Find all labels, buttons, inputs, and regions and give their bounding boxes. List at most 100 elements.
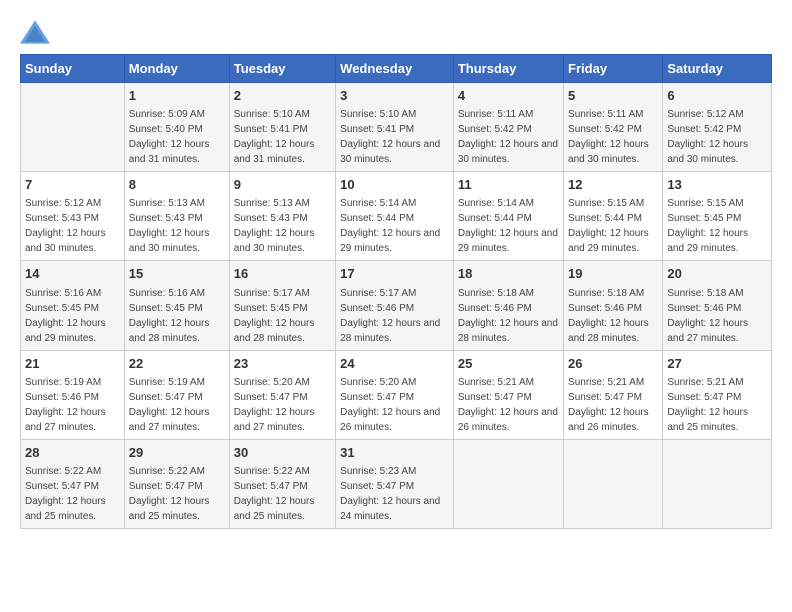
col-thursday: Thursday (453, 55, 563, 83)
calendar-cell: 12 Sunrise: 5:15 AMSunset: 5:44 PMDayligh… (564, 172, 663, 261)
calendar-cell (663, 439, 772, 528)
cell-detail: Sunrise: 5:17 AMSunset: 5:46 PMDaylight:… (340, 286, 449, 346)
cell-detail: Sunrise: 5:15 AMSunset: 5:44 PMDaylight:… (568, 196, 658, 256)
calendar-cell: 10 Sunrise: 5:14 AMSunset: 5:44 PMDayligh… (336, 172, 454, 261)
cell-detail: Sunrise: 5:18 AMSunset: 5:46 PMDaylight:… (568, 286, 658, 346)
day-number: 3 (340, 87, 449, 105)
cell-detail: Sunrise: 5:22 AMSunset: 5:47 PMDaylight:… (129, 464, 225, 524)
day-number: 22 (129, 355, 225, 373)
calendar-row: 28Sunrise: 5:22 AMSunset: 5:47 PMDayligh… (21, 439, 772, 528)
col-wednesday: Wednesday (336, 55, 454, 83)
day-number: 25 (458, 355, 559, 373)
calendar-cell: 23 Sunrise: 5:20 AMSunset: 5:47 PMDayligh… (229, 350, 335, 439)
calendar-cell (564, 439, 663, 528)
day-number: 20 (667, 265, 767, 283)
day-number: 24 (340, 355, 449, 373)
calendar-cell: 22 Sunrise: 5:19 AMSunset: 5:47 PMDayligh… (124, 350, 229, 439)
col-saturday: Saturday (663, 55, 772, 83)
day-number: 10 (340, 176, 449, 194)
calendar-cell: 8 Sunrise: 5:13 AMSunset: 5:43 PMDaylight… (124, 172, 229, 261)
cell-detail: Sunrise: 5:12 AMSunset: 5:42 PMDaylight:… (667, 107, 767, 167)
day-number: 26 (568, 355, 658, 373)
cell-detail: Sunrise: 5:21 AMSunset: 5:47 PMDaylight:… (667, 375, 767, 435)
cell-detail: Sunrise: 5:09 AMSunset: 5:40 PMDaylight:… (129, 107, 225, 167)
cell-detail: Sunrise: 5:19 AMSunset: 5:46 PMDaylight:… (25, 375, 120, 435)
cell-detail: Sunrise: 5:18 AMSunset: 5:46 PMDaylight:… (667, 286, 767, 346)
calendar-cell: 18 Sunrise: 5:18 AMSunset: 5:46 PMDayligh… (453, 261, 563, 350)
calendar-cell: 7 Sunrise: 5:12 AMSunset: 5:43 PMDaylight… (21, 172, 125, 261)
cell-detail: Sunrise: 5:23 AMSunset: 5:47 PMDaylight:… (340, 464, 449, 524)
calendar-cell: 15 Sunrise: 5:16 AMSunset: 5:45 PMDayligh… (124, 261, 229, 350)
calendar-cell: 2Sunrise: 5:10 AMSunset: 5:41 PMDaylight… (229, 83, 335, 172)
day-number: 27 (667, 355, 767, 373)
cell-detail: Sunrise: 5:16 AMSunset: 5:45 PMDaylight:… (129, 286, 225, 346)
calendar-row: 7 Sunrise: 5:12 AMSunset: 5:43 PMDaylight… (21, 172, 772, 261)
calendar-cell: 1 Sunrise: 5:09 AMSunset: 5:40 PMDaylight… (124, 83, 229, 172)
day-number: 19 (568, 265, 658, 283)
day-number: 17 (340, 265, 449, 283)
cell-detail: Sunrise: 5:19 AMSunset: 5:47 PMDaylight:… (129, 375, 225, 435)
day-number: 6 (667, 87, 767, 105)
calendar-cell: 5Sunrise: 5:11 AMSunset: 5:42 PMDaylight… (564, 83, 663, 172)
calendar-cell: 27 Sunrise: 5:21 AMSunset: 5:47 PMDayligh… (663, 350, 772, 439)
col-friday: Friday (564, 55, 663, 83)
calendar-cell: 20 Sunrise: 5:18 AMSunset: 5:46 PMDayligh… (663, 261, 772, 350)
calendar-cell (453, 439, 563, 528)
calendar-cell: 19 Sunrise: 5:18 AMSunset: 5:46 PMDayligh… (564, 261, 663, 350)
calendar-cell: 28Sunrise: 5:22 AMSunset: 5:47 PMDayligh… (21, 439, 125, 528)
cell-detail: Sunrise: 5:11 AMSunset: 5:42 PMDaylight:… (568, 107, 658, 167)
col-sunday: Sunday (21, 55, 125, 83)
col-monday: Monday (124, 55, 229, 83)
calendar-cell: 3Sunrise: 5:10 AMSunset: 5:41 PMDaylight… (336, 83, 454, 172)
day-number: 18 (458, 265, 559, 283)
cell-detail: Sunrise: 5:13 AMSunset: 5:43 PMDaylight:… (129, 196, 225, 256)
cell-detail: Sunrise: 5:12 AMSunset: 5:43 PMDaylight:… (25, 196, 120, 256)
calendar-cell: 25 Sunrise: 5:21 AMSunset: 5:47 PMDayligh… (453, 350, 563, 439)
day-number: 15 (129, 265, 225, 283)
cell-detail: Sunrise: 5:17 AMSunset: 5:45 PMDaylight:… (234, 286, 331, 346)
cell-detail: Sunrise: 5:20 AMSunset: 5:47 PMDaylight:… (234, 375, 331, 435)
calendar-row: 14 Sunrise: 5:16 AMSunset: 5:45 PMDayligh… (21, 261, 772, 350)
header-row: SundayMondayTuesdayWednesdayThursdayFrid… (21, 55, 772, 83)
day-number: 14 (25, 265, 120, 283)
day-number: 4 (458, 87, 559, 105)
cell-detail: Sunrise: 5:21 AMSunset: 5:47 PMDaylight:… (458, 375, 559, 435)
calendar-row: 1 Sunrise: 5:09 AMSunset: 5:40 PMDaylight… (21, 83, 772, 172)
calendar-row: 21 Sunrise: 5:19 AMSunset: 5:46 PMDayligh… (21, 350, 772, 439)
day-number: 8 (129, 176, 225, 194)
day-number: 31 (340, 444, 449, 462)
cell-detail: Sunrise: 5:15 AMSunset: 5:45 PMDaylight:… (667, 196, 767, 256)
day-number: 1 (129, 87, 225, 105)
header (20, 20, 772, 44)
calendar-cell: 14 Sunrise: 5:16 AMSunset: 5:45 PMDayligh… (21, 261, 125, 350)
calendar-cell: 6 Sunrise: 5:12 AMSunset: 5:42 PMDaylight… (663, 83, 772, 172)
calendar-cell: 30Sunrise: 5:22 AMSunset: 5:47 PMDayligh… (229, 439, 335, 528)
day-number: 2 (234, 87, 331, 105)
calendar-cell: 21 Sunrise: 5:19 AMSunset: 5:46 PMDayligh… (21, 350, 125, 439)
cell-detail: Sunrise: 5:20 AMSunset: 5:47 PMDaylight:… (340, 375, 449, 435)
day-number: 21 (25, 355, 120, 373)
day-number: 13 (667, 176, 767, 194)
calendar-cell: 16 Sunrise: 5:17 AMSunset: 5:45 PMDayligh… (229, 261, 335, 350)
cell-detail: Sunrise: 5:14 AMSunset: 5:44 PMDaylight:… (340, 196, 449, 256)
col-tuesday: Tuesday (229, 55, 335, 83)
cell-detail: Sunrise: 5:22 AMSunset: 5:47 PMDaylight:… (25, 464, 120, 524)
cell-detail: Sunrise: 5:14 AMSunset: 5:44 PMDaylight:… (458, 196, 559, 256)
cell-detail: Sunrise: 5:16 AMSunset: 5:45 PMDaylight:… (25, 286, 120, 346)
calendar-cell: 17 Sunrise: 5:17 AMSunset: 5:46 PMDayligh… (336, 261, 454, 350)
cell-detail: Sunrise: 5:22 AMSunset: 5:47 PMDaylight:… (234, 464, 331, 524)
day-number: 16 (234, 265, 331, 283)
cell-detail: Sunrise: 5:21 AMSunset: 5:47 PMDaylight:… (568, 375, 658, 435)
calendar-cell (21, 83, 125, 172)
day-number: 23 (234, 355, 331, 373)
general-blue-icon (20, 20, 50, 44)
calendar-cell: 29 Sunrise: 5:22 AMSunset: 5:47 PMDayligh… (124, 439, 229, 528)
day-number: 12 (568, 176, 658, 194)
cell-detail: Sunrise: 5:13 AMSunset: 5:43 PMDaylight:… (234, 196, 331, 256)
cell-detail: Sunrise: 5:18 AMSunset: 5:46 PMDaylight:… (458, 286, 559, 346)
calendar-cell: 9Sunrise: 5:13 AMSunset: 5:43 PMDaylight… (229, 172, 335, 261)
day-number: 29 (129, 444, 225, 462)
calendar-cell: 11Sunrise: 5:14 AMSunset: 5:44 PMDayligh… (453, 172, 563, 261)
day-number: 7 (25, 176, 120, 194)
calendar-table: SundayMondayTuesdayWednesdayThursdayFrid… (20, 54, 772, 529)
